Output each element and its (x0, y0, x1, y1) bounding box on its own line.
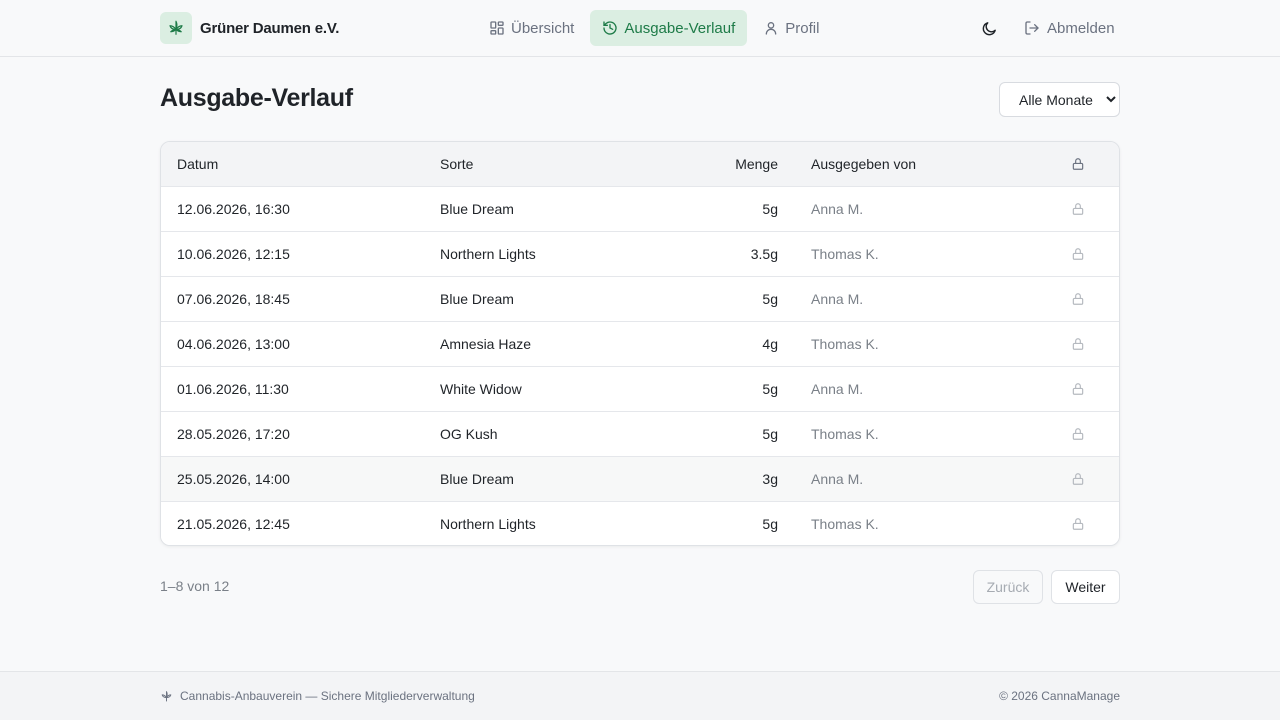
row-amount: 5g (762, 381, 778, 397)
row-date: 28.05.2026, 17:20 (177, 426, 290, 442)
logout-label: Abmelden (1047, 19, 1115, 37)
table-row[interactable]: 12.06.2026, 16:30 Blue Dream 5g Anna M. (161, 186, 1119, 231)
main-nav: Übersicht Ausgabe-Verlauf Profil (477, 10, 831, 46)
nav-item-label: Profil (785, 19, 820, 37)
logout-icon (1025, 21, 1039, 35)
nav-item-profil[interactable]: Profil (751, 10, 831, 46)
row-date: 21.05.2026, 12:45 (177, 516, 290, 532)
moon-icon (982, 21, 996, 35)
row-date: 25.05.2026, 14:00 (177, 471, 290, 487)
row-amount: 5g (762, 201, 778, 217)
history-table: Datum Sorte Menge Ausgegeben von 12.06.2… (160, 141, 1120, 546)
row-amount: 5g (762, 426, 778, 442)
footer-left: Cannabis-Anbauverein — Sichere Mitgliede… (160, 689, 475, 703)
footer-copyright: © 2026 CannaManage (999, 689, 1120, 703)
theme-toggle-button[interactable] (972, 12, 1006, 44)
nav-item-ausgabe-verlauf[interactable]: Ausgabe-Verlauf (590, 10, 748, 46)
row-strain: Blue Dream (440, 201, 514, 217)
brand-name: Grüner Daumen e.V. (200, 19, 340, 37)
row-date: 07.06.2026, 18:45 (177, 291, 290, 307)
table-row[interactable]: 28.05.2026, 17:20 OG Kush 5g Thomas K. (161, 411, 1119, 456)
row-issued-by: Anna M. (811, 291, 864, 307)
column-header-amount[interactable]: Menge (735, 156, 778, 172)
row-date: 04.06.2026, 13:00 (177, 336, 290, 352)
row-amount: 5g (762, 516, 778, 532)
cannabis-leaf-icon (161, 690, 172, 701)
lock-icon (1071, 292, 1085, 306)
lock-icon (1071, 427, 1085, 441)
table-header: Datum Sorte Menge Ausgegeben von (161, 142, 1119, 186)
brand[interactable]: Grüner Daumen e.V. (160, 12, 339, 44)
row-issued-by: Thomas K. (811, 246, 879, 262)
row-amount: 3.5g (750, 246, 778, 262)
month-filter-select[interactable]: Alle Monate (999, 82, 1120, 117)
lock-icon (1071, 157, 1085, 171)
lock-icon (1071, 382, 1085, 396)
next-page-button[interactable]: Weiter (1051, 570, 1120, 604)
column-header-issued-by[interactable]: Ausgegeben von (811, 156, 916, 172)
row-issued-by: Thomas K. (811, 426, 879, 442)
footer: Cannabis-Anbauverein — Sichere Mitgliede… (0, 671, 1280, 720)
top-navbar: Grüner Daumen e.V. Übersicht Ausgabe-Ver… (0, 0, 1280, 57)
lock-icon (1071, 247, 1085, 261)
row-issued-by: Anna M. (811, 471, 864, 487)
row-strain: Northern Lights (440, 246, 536, 262)
table-row[interactable]: 25.05.2026, 14:00 Blue Dream 3g Anna M. (161, 456, 1119, 501)
row-date: 01.06.2026, 11:30 (177, 381, 289, 397)
lock-icon (1071, 202, 1085, 216)
row-strain: Northern Lights (440, 516, 536, 532)
row-issued-by: Anna M. (811, 201, 864, 217)
footer-tagline: Cannabis-Anbauverein — Sichere Mitgliede… (180, 689, 475, 703)
nav-item-label: Übersicht (511, 19, 575, 37)
table-row[interactable]: 21.05.2026, 12:45 Northern Lights 5g Thomas… (161, 501, 1119, 545)
grid-icon (490, 21, 504, 35)
row-amount: 4g (762, 336, 778, 352)
row-amount: 5g (762, 291, 778, 307)
column-header-date[interactable]: Datum (177, 156, 218, 172)
previous-page-button[interactable]: Zurück (973, 570, 1043, 604)
lock-icon (1071, 472, 1085, 486)
table-row[interactable]: 07.06.2026, 18:45 Blue Dream 5g Anna M. (161, 276, 1119, 321)
pagination-info: 1–8 von 12 (160, 578, 230, 594)
nav-item-uebersicht[interactable]: Übersicht (477, 10, 586, 46)
row-strain: Blue Dream (440, 471, 514, 487)
row-strain: White Widow (440, 381, 522, 397)
row-issued-by: Thomas K. (811, 516, 879, 532)
table-row[interactable]: 04.06.2026, 13:00 Amnesia Haze 4g Thomas K. (161, 321, 1119, 366)
lock-icon (1071, 337, 1085, 351)
row-amount: 3g (762, 471, 778, 487)
table-row[interactable]: 10.06.2026, 12:15 Northern Lights 3.5g Thom… (161, 231, 1119, 276)
row-issued-by: Anna M. (811, 381, 864, 397)
row-issued-by: Thomas K. (811, 336, 879, 352)
lock-icon (1071, 517, 1085, 531)
column-header-strain[interactable]: Sorte (440, 156, 473, 172)
row-date: 12.06.2026, 16:30 (177, 201, 290, 217)
row-strain: Amnesia Haze (440, 336, 532, 352)
nav-item-label: Ausgabe-Verlauf (624, 19, 736, 37)
logout-button[interactable]: Abmelden (1016, 10, 1123, 46)
row-strain: Blue Dream (440, 291, 514, 307)
history-icon (603, 21, 618, 35)
page-title: Ausgabe-Verlauf (160, 84, 353, 112)
user-icon (765, 22, 777, 35)
cannabis-leaf-icon (160, 12, 192, 44)
row-strain: OG Kush (440, 426, 498, 442)
table-row[interactable]: 01.06.2026, 11:30 White Widow 5g Anna M. (161, 366, 1119, 411)
row-date: 10.06.2026, 12:15 (177, 246, 290, 262)
